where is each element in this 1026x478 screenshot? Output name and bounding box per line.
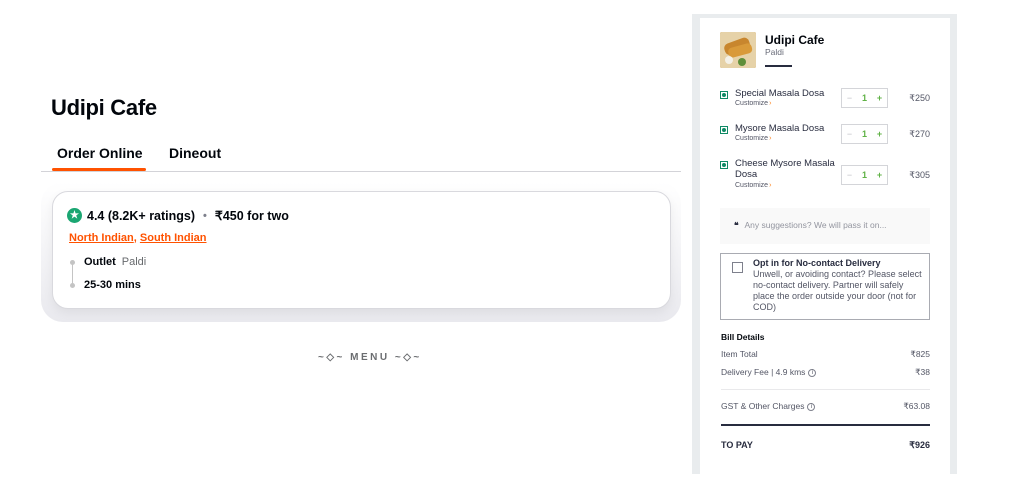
divider xyxy=(721,389,930,390)
customize-link[interactable]: Customize xyxy=(735,135,771,142)
outlet-label: Outlet xyxy=(84,256,116,268)
veg-icon xyxy=(720,161,728,169)
customize-link[interactable]: Customize xyxy=(735,182,771,189)
decrement-button[interactable]: − xyxy=(847,93,852,103)
no-contact-title: Opt in for No-contact Delivery xyxy=(753,258,881,268)
increment-button[interactable]: + xyxy=(877,170,882,180)
quantity-value: 1 xyxy=(861,170,867,180)
item-price: ₹250 xyxy=(909,93,930,103)
separator-dot: • xyxy=(203,209,207,222)
timeline-connector xyxy=(70,260,75,290)
gst-label: GST & Other Charges xyxy=(721,401,805,411)
cuisine-link-south-indian[interactable]: South Indian xyxy=(140,232,207,244)
no-contact-description: Unwell, or avoiding contact? Please sele… xyxy=(753,269,922,312)
quantity-stepper: − 1 + xyxy=(841,88,888,108)
outlet-row: Outlet Paldi xyxy=(84,256,146,268)
restaurant-thumbnail xyxy=(720,32,756,68)
item-price: ₹305 xyxy=(909,170,930,180)
item-name: Special Masala Dosa xyxy=(735,88,825,99)
tab-order-online[interactable]: Order Online xyxy=(57,145,143,161)
delivery-fee-value: ₹38 xyxy=(915,367,930,377)
info-icon[interactable]: i xyxy=(807,402,816,411)
item-total-value: ₹825 xyxy=(910,349,930,359)
tab-bar: Order Online Dineout xyxy=(41,142,681,172)
decrement-button[interactable]: − xyxy=(847,170,852,180)
item-name: Cheese Mysore Masala Dosa xyxy=(735,158,835,180)
quantity-stepper: − 1 + xyxy=(841,124,888,144)
menu-heading: ~◇~ MENU ~◇~ xyxy=(318,352,422,363)
customize-link[interactable]: Customize xyxy=(735,100,771,107)
active-tab-indicator xyxy=(52,168,146,171)
decrement-button[interactable]: − xyxy=(847,129,852,139)
quantity-value: 1 xyxy=(861,129,867,139)
menu-deco-right: ~◇~ xyxy=(394,352,422,363)
cart-restaurant-name: Udipi Cafe xyxy=(765,33,825,47)
no-contact-delivery-box: Opt in for No-contact Delivery Unwell, o… xyxy=(720,253,930,320)
delivery-fee-label: Delivery Fee | 4.9 kms xyxy=(721,367,806,377)
to-pay-row: TO PAY ₹926 xyxy=(721,440,930,451)
delivery-fee-row: Delivery Fee | 4.9 kms i ₹38 xyxy=(721,367,930,378)
rating-text: 4.4 (8.2K+ ratings) xyxy=(87,208,196,223)
increment-button[interactable]: + xyxy=(877,129,882,139)
veg-icon xyxy=(720,126,728,134)
increment-button[interactable]: + xyxy=(877,93,882,103)
item-total-row: Item Total ₹825 xyxy=(721,349,930,360)
info-icon[interactable]: i xyxy=(808,368,817,377)
cuisine-link-north-indian[interactable]: North Indian xyxy=(69,232,134,244)
item-price: ₹270 xyxy=(909,129,930,139)
quantity-value: 1 xyxy=(861,93,867,103)
to-pay-value: ₹926 xyxy=(909,440,930,450)
tab-dineout[interactable]: Dineout xyxy=(169,145,221,161)
delivery-time: 25-30 mins xyxy=(84,279,141,291)
cost-for-two: ₹450 for two xyxy=(214,209,289,223)
star-icon: ★ xyxy=(67,208,82,223)
rating-row: ★ 4.4 (8.2K+ ratings) • ₹450 for two xyxy=(67,208,289,223)
suggestions-placeholder: Any suggestions? We will pass it on... xyxy=(744,220,887,230)
no-contact-checkbox[interactable] xyxy=(732,262,743,273)
restaurant-panel: Udipi Cafe Order Online Dineout ★ 4.4 (8… xyxy=(0,0,690,466)
gst-value: ₹63.08 xyxy=(903,401,930,411)
menu-label: MENU xyxy=(350,352,390,363)
restaurant-info-wrapper: ★ 4.4 (8.2K+ ratings) • ₹450 for two Nor… xyxy=(41,182,681,322)
outlet-value[interactable]: Paldi xyxy=(122,256,146,268)
restaurant-title: Udipi Cafe xyxy=(51,95,157,120)
suggestions-input[interactable]: ❝ Any suggestions? We will pass it on... xyxy=(720,208,930,244)
gst-row: GST & Other Charges i ₹63.08 xyxy=(721,401,930,412)
bill-details-heading: Bill Details xyxy=(721,332,765,342)
quote-icon: ❝ xyxy=(734,220,739,230)
veg-icon xyxy=(720,91,728,99)
cart-panel: Udipi Cafe Paldi Special Masala Dosa Cus… xyxy=(700,18,950,478)
total-divider xyxy=(721,424,930,426)
menu-deco-left: ~◇~ xyxy=(318,352,345,363)
item-total-label: Item Total xyxy=(721,349,758,359)
cart-header-underline xyxy=(765,65,792,67)
cuisine-links: North Indian, South Indian xyxy=(69,232,207,244)
restaurant-info-card: ★ 4.4 (8.2K+ ratings) • ₹450 for two Nor… xyxy=(52,191,671,309)
quantity-stepper: − 1 + xyxy=(841,165,888,185)
to-pay-label: TO PAY xyxy=(721,440,753,450)
cart-restaurant-area: Paldi xyxy=(765,47,784,57)
item-name: Mysore Masala Dosa xyxy=(735,123,825,134)
